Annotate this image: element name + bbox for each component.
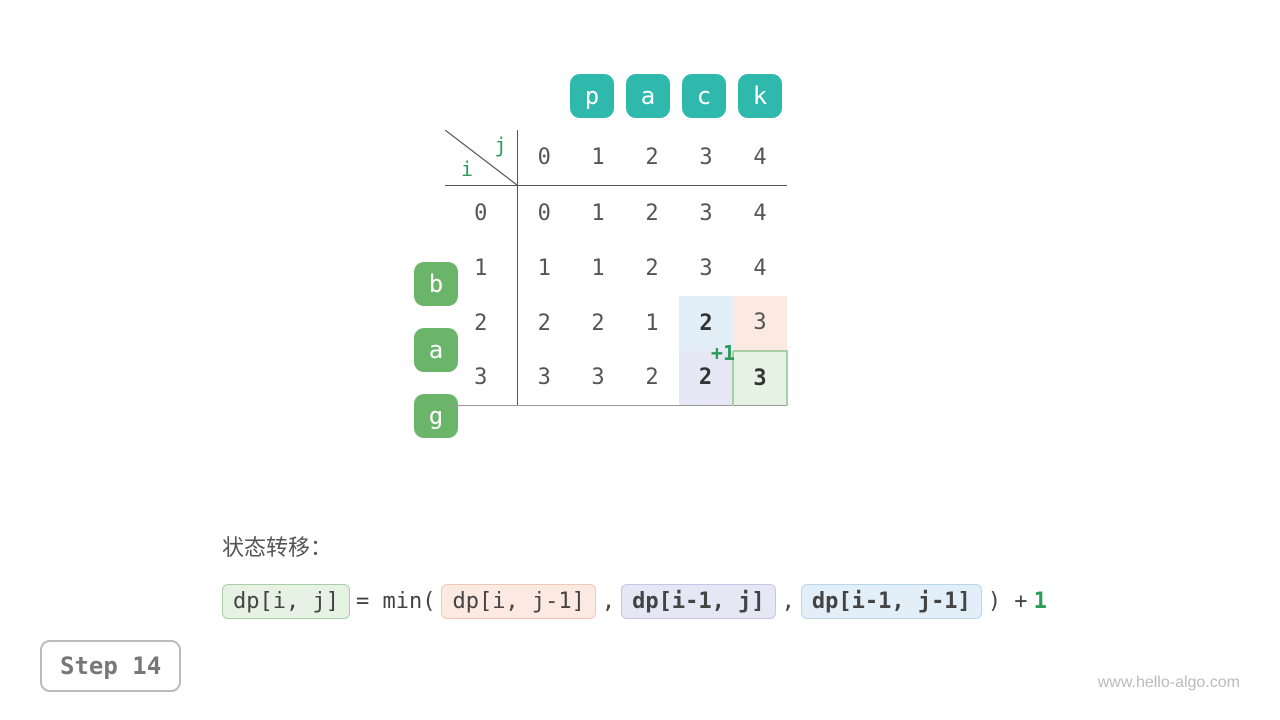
i-index: 3 bbox=[445, 351, 517, 406]
dp-table: i j 0 1 2 3 4 00123411123422212+13333223 bbox=[445, 130, 788, 406]
table-row: 111234 bbox=[445, 241, 787, 296]
i-index: 2 bbox=[445, 296, 517, 351]
j-header: 3 bbox=[679, 130, 733, 185]
formula-term-left: dp[i, j-1] bbox=[441, 584, 595, 619]
j-axis-label: j bbox=[494, 133, 506, 157]
ij-corner-cell: i j bbox=[445, 130, 517, 185]
table-row: 333223 bbox=[445, 351, 787, 406]
target-letter: k bbox=[738, 74, 782, 118]
formula-term-diag: dp[i-1, j-1] bbox=[801, 584, 982, 619]
target-letter: p bbox=[570, 74, 614, 118]
dp-cell: 3 bbox=[733, 351, 787, 406]
i-index: 0 bbox=[445, 186, 517, 241]
dp-cell: 3 bbox=[679, 241, 733, 296]
dp-cell: 0 bbox=[517, 186, 571, 241]
dp-cell: 1 bbox=[517, 241, 571, 296]
dp-cell: 3 bbox=[733, 296, 787, 351]
formula-text: , bbox=[602, 589, 615, 614]
increment-label: +1 bbox=[711, 341, 735, 365]
formula-term-up: dp[i-1, j] bbox=[621, 584, 775, 619]
j-header: 4 bbox=[733, 130, 787, 185]
dp-cell: 4 bbox=[733, 241, 787, 296]
formula-label: 状态转移： bbox=[222, 530, 1047, 562]
j-header: 0 bbox=[517, 130, 571, 185]
j-header: 1 bbox=[571, 130, 625, 185]
dp-cell: 4 bbox=[733, 186, 787, 241]
formula-section: 状态转移： dp[i, j] = min( dp[i, j-1] , dp[i-… bbox=[222, 530, 1047, 619]
formula-text: , bbox=[782, 589, 795, 614]
dp-cell: 2 bbox=[625, 186, 679, 241]
dp-cell: 2+1 bbox=[679, 296, 733, 351]
dp-cell: 2 bbox=[625, 351, 679, 406]
dp-cell: 1 bbox=[625, 296, 679, 351]
dp-cell: 2 bbox=[517, 296, 571, 351]
target-string-letters: p a c k bbox=[570, 74, 782, 118]
formula-text: ) + bbox=[988, 589, 1028, 614]
dp-cell: 3 bbox=[517, 351, 571, 406]
dp-cell: 2 bbox=[625, 241, 679, 296]
dp-cell: 2 bbox=[571, 296, 625, 351]
dp-cell: 1 bbox=[571, 186, 625, 241]
dp-cell: 1 bbox=[571, 241, 625, 296]
target-letter: c bbox=[682, 74, 726, 118]
table-row: 001234 bbox=[445, 186, 787, 241]
i-index: 1 bbox=[445, 241, 517, 296]
table-row: 22212+13 bbox=[445, 296, 787, 351]
dp-cell: 3 bbox=[571, 351, 625, 406]
formula-text: = min( bbox=[356, 589, 435, 614]
target-letter: a bbox=[626, 74, 670, 118]
dp-cell: 3 bbox=[679, 186, 733, 241]
i-axis-label: i bbox=[461, 157, 473, 181]
j-header: 2 bbox=[625, 130, 679, 185]
watermark: www.hello-algo.com bbox=[1098, 674, 1240, 692]
formula-plus-one: 1 bbox=[1034, 589, 1047, 614]
transition-formula: dp[i, j] = min( dp[i, j-1] , dp[i-1, j] … bbox=[222, 584, 1047, 619]
formula-lhs: dp[i, j] bbox=[222, 584, 350, 619]
table-header-row: i j 0 1 2 3 4 bbox=[445, 130, 787, 185]
step-indicator: Step 14 bbox=[40, 640, 181, 692]
